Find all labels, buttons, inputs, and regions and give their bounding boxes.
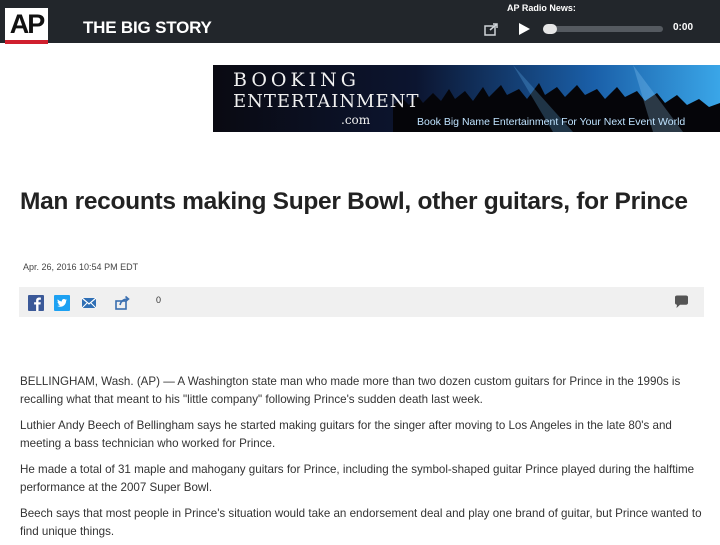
ap-logo-text: AP: [9, 9, 46, 39]
top-navigation-bar: AP THE BIG STORY AP Radio News: 0:00: [0, 0, 720, 44]
article-paragraph: BELLINGHAM, Wash. (AP) — A Washington st…: [20, 375, 681, 406]
play-icon[interactable]: [517, 22, 531, 36]
facebook-icon[interactable]: [28, 295, 44, 311]
article-paragraph: He made a total of 31 maple and mahogany…: [20, 463, 695, 494]
audio-time: 0:00: [673, 22, 694, 33]
ad-tagline: Book Big Name Entertainment For Your Nex…: [417, 116, 686, 128]
ad-brand-line3: .com: [341, 113, 371, 127]
article-dateline: Apr. 26, 2016 10:54 PM EDT: [23, 262, 139, 272]
audio-progress-track[interactable]: [543, 26, 663, 32]
comment-icon[interactable]: [673, 294, 689, 310]
radio-label: AP Radio News:: [507, 3, 576, 13]
ap-logo[interactable]: AP: [5, 8, 48, 44]
ad-brand-line1: BOOKING: [233, 69, 360, 91]
section-title[interactable]: THE BIG STORY: [83, 18, 212, 38]
share-count: 0: [156, 295, 162, 305]
twitter-icon[interactable]: [54, 295, 70, 311]
email-icon[interactable]: [81, 295, 97, 311]
ad-brand-line2: ENTERTAINMENT: [233, 91, 420, 112]
share-icon[interactable]: [115, 295, 131, 311]
article-headline: Man recounts making Super Bowl, other gu…: [20, 188, 688, 215]
audio-progress-handle[interactable]: [543, 24, 557, 34]
share-bar: 0: [19, 287, 704, 317]
article-paragraph: Luthier Andy Beech of Bellingham says he…: [20, 419, 672, 450]
article-paragraph: Beech says that most people in Prince's …: [20, 507, 702, 538]
ad-banner[interactable]: BOOKING ENTERTAINMENT .com Book Big Name…: [213, 65, 720, 132]
share-icon[interactable]: [484, 22, 500, 36]
article-body: BELLINGHAM, Wash. (AP) — A Washington st…: [20, 373, 710, 545]
